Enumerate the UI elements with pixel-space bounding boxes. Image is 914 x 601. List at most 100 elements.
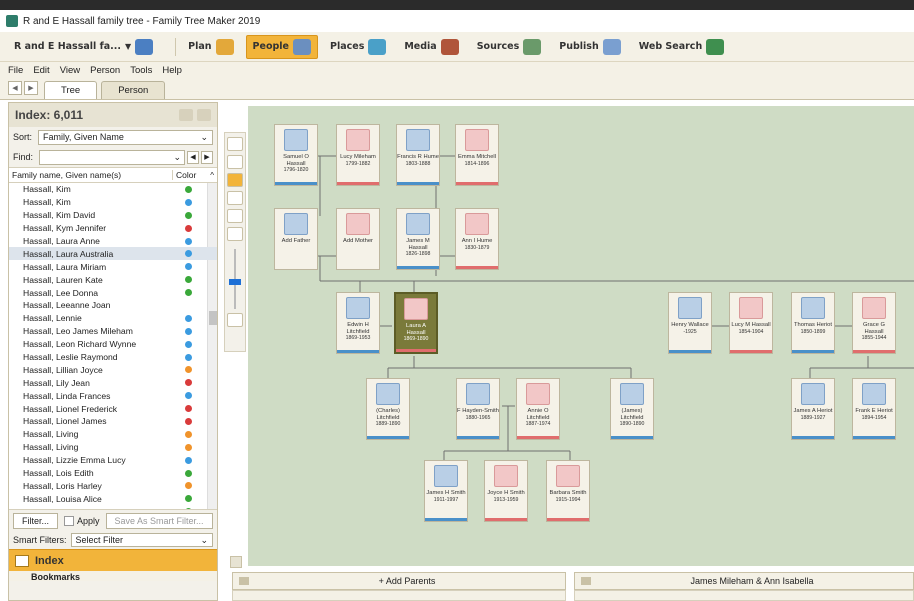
person-card[interactable]: Samuel O Hassall 1796-1820 (274, 124, 318, 186)
tab-person[interactable]: Person (101, 81, 166, 99)
forward-button[interactable]: ▶ (24, 81, 38, 95)
list-item[interactable]: Hassall, Kim (9, 196, 217, 209)
person-card[interactable]: James M Hassall 1826-1898 (396, 208, 440, 270)
apply-checkbox[interactable]: Apply (64, 515, 100, 526)
nav-publish[interactable]: Publish (553, 35, 626, 59)
index-tab-bar[interactable]: Index (9, 549, 217, 571)
list-item[interactable]: Hassall, Lizzie Emma Lucy (9, 454, 217, 467)
family-panel: James Mileham & Ann Isabella (574, 572, 914, 590)
col-name-header[interactable]: Family name, Given name(s) (12, 170, 172, 180)
nav-sources[interactable]: Sources (471, 35, 548, 59)
list-item[interactable]: Hassall, Lily Jean (9, 376, 217, 389)
scroll-up-icon[interactable]: ^ (210, 171, 214, 180)
save-smart-filter-button[interactable]: Save As Smart Filter... (105, 512, 213, 529)
list-item[interactable]: Hassall, Lois Edith (9, 467, 217, 480)
list-item[interactable]: Hassall, Lionel Frederick (9, 402, 217, 415)
back-button[interactable]: ◀ (8, 81, 22, 95)
list-item[interactable]: Hassall, Laura Miriam (9, 260, 217, 273)
person-card[interactable]: Ann I Hume 1830-1879 (455, 208, 499, 270)
menu-view[interactable]: View (60, 65, 80, 76)
list-item[interactable]: Hassall, Leon Richard Wynne (9, 338, 217, 351)
list-item[interactable]: Hassall, Living (9, 428, 217, 441)
person-card[interactable]: Grace G Hassall 1855-1944 (852, 292, 896, 354)
list-item[interactable]: Hassall, Louisa Alice (9, 492, 217, 505)
list-item[interactable]: Hassall, Kim (9, 183, 217, 196)
person-card[interactable]: Edwin H Litchfield 1869-1953 (336, 292, 380, 354)
list-item[interactable]: Hassall, Lionel James (9, 415, 217, 428)
list-item[interactable]: Hassall, Leeanne Joan (9, 299, 217, 312)
index-view-icon[interactable] (197, 109, 211, 121)
list-item[interactable]: Hassall, Linda Frances (9, 389, 217, 402)
sort-select[interactable]: Family, Given Name ⌄ (38, 129, 213, 145)
person-search-icon[interactable] (227, 191, 243, 205)
person-card[interactable]: Barbara Smith 1915-1994 (546, 460, 590, 522)
person-card[interactable]: Add Father (274, 208, 318, 270)
find-input[interactable]: ⌄ (39, 149, 185, 165)
list-item[interactable]: Hassall, Laura Australia (9, 247, 217, 261)
list-item[interactable]: Hassall, Lee Donna (9, 286, 217, 299)
list-item[interactable]: Hassall, Loris Harley (9, 479, 217, 492)
find-next-button[interactable]: ▶ (201, 150, 213, 164)
person-card[interactable]: Lucy Mileham 1799-1882 (336, 124, 380, 186)
menu-edit[interactable]: Edit (33, 65, 49, 76)
nav-media[interactable]: Media (398, 35, 464, 59)
person-card[interactable]: Henry Wallace -1925 (668, 292, 712, 354)
person-card[interactable]: (Charles) Litchfield 1889-1890 (366, 378, 410, 440)
person-card[interactable]: Frank E Heriot 1894-1954 (852, 378, 896, 440)
menu-help[interactable]: Help (162, 65, 182, 76)
person-card[interactable]: Emma Mitchell 1814-1896 (455, 124, 499, 186)
find-prev-button[interactable]: ◀ (187, 150, 199, 164)
home-person-icon[interactable] (227, 137, 243, 151)
add-parents-button[interactable]: + Add Parents (249, 576, 565, 586)
zoom-knob[interactable] (229, 279, 241, 285)
person-card[interactable]: Joyce H Smith 1913-1959 (484, 460, 528, 522)
person-name: Hassall, Lennie (23, 313, 82, 324)
zoom-slider[interactable] (229, 249, 241, 309)
person-card[interactable]: Laura A Hassall 1869-1890 (394, 292, 438, 354)
tree-options-icon[interactable] (230, 556, 242, 568)
color-dot (185, 392, 192, 400)
family-view-icon[interactable] (227, 173, 243, 187)
person-card[interactable]: Lucy M Hassall 1854-1904 (729, 292, 773, 354)
person-card[interactable]: Add Mother (336, 208, 380, 270)
list-item[interactable]: Hassall, Kym Jennifer (9, 222, 217, 235)
list-item[interactable]: Hassall, Lennie (9, 312, 217, 325)
zoom-in-icon[interactable] (227, 227, 243, 241)
list-item[interactable]: Hassall, Kim David (9, 209, 217, 222)
nav-plan[interactable]: Plan (182, 35, 239, 59)
person-card[interactable]: Annie O Litchfield 1887-1974 (516, 378, 560, 440)
index-options-icon[interactable] (179, 109, 193, 121)
tab-tree[interactable]: Tree (44, 81, 98, 99)
menu-person[interactable]: Person (90, 65, 120, 76)
list-item[interactable]: Hassall, Leo James Mileham (9, 325, 217, 338)
list-item[interactable]: Hassall, Living (9, 441, 217, 454)
person-card[interactable]: Thomas Heriot 1850-1899 (791, 292, 835, 354)
window-title: R and E Hassall family tree - Family Tre… (23, 15, 261, 27)
person-card[interactable]: (James) Litchfield 1890-1890 (610, 378, 654, 440)
list-item[interactable]: Hassall, Lillian Joyce (9, 363, 217, 376)
list-item[interactable]: Hassall, Louisa Elizabeth (9, 505, 217, 509)
tree-name-dropdown[interactable]: R and E Hassall fa... ▼ (8, 35, 159, 59)
menu-file[interactable]: File (8, 65, 23, 76)
list-item[interactable]: Hassall, Laura Anne (9, 235, 217, 248)
nav-people[interactable]: People (245, 34, 318, 59)
bookmarks-tab-bar[interactable]: Bookmarks (9, 571, 217, 581)
nav-places[interactable]: Places (324, 35, 392, 59)
smart-filter-select[interactable]: Select Filter ⌄ (70, 533, 213, 547)
blank-view-icon[interactable] (227, 209, 243, 223)
panel-toggle-icon[interactable] (581, 577, 591, 585)
zoom-out-icon[interactable] (227, 313, 243, 327)
person-card[interactable]: Francis R Hume 1803-1888 (396, 124, 440, 186)
col-color-header[interactable]: Color (172, 170, 202, 180)
gender-bar (337, 182, 379, 185)
person-card[interactable]: F Hayden-Smith 1880-1965 (456, 378, 500, 440)
menu-tools[interactable]: Tools (130, 65, 152, 76)
filter-button[interactable]: Filter... (13, 512, 59, 529)
person-card[interactable]: James H Smith 1911-1997 (424, 460, 468, 522)
panel-toggle-icon[interactable] (239, 577, 249, 585)
list-item[interactable]: Hassall, Lauren Kate (9, 273, 217, 286)
person-card[interactable]: James A Heriot 1889-1927 (791, 378, 835, 440)
pedigree-view-icon[interactable] (227, 155, 243, 169)
list-item[interactable]: Hassall, Leslie Raymond (9, 351, 217, 364)
nav-web-search[interactable]: Web Search (633, 35, 730, 59)
